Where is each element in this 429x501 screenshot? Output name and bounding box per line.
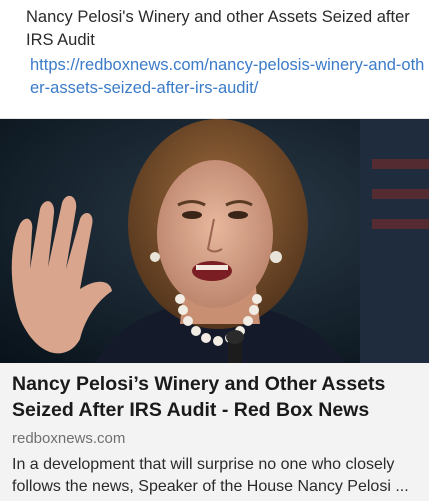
portrait-illustration <box>0 119 429 363</box>
preview-description: In a development that will surprise no o… <box>12 454 417 498</box>
preview-body[interactable]: Nancy Pelosi’s Winery and Other Assets S… <box>0 363 429 501</box>
preview-image[interactable] <box>0 119 429 363</box>
social-post: Nancy Pelosi's Winery and other Assets S… <box>0 0 429 501</box>
post-link[interactable]: https://redboxnews.com/nancy-pelosis-win… <box>30 54 425 100</box>
face-shape <box>157 160 273 308</box>
preview-title[interactable]: Nancy Pelosi’s Winery and Other Assets S… <box>12 371 417 423</box>
preview-description-text: In a development that will surprise no o… <box>12 456 409 495</box>
post-text: Nancy Pelosi's Winery and other Assets S… <box>26 8 410 49</box>
mouth-shape <box>192 261 232 281</box>
flag-shape <box>360 119 429 363</box>
preview-domain: redboxnews.com <box>12 430 126 447</box>
link-preview-card[interactable]: Nancy Pelosi’s Winery and Other Assets S… <box>0 118 429 501</box>
microphone-shape <box>226 330 244 344</box>
